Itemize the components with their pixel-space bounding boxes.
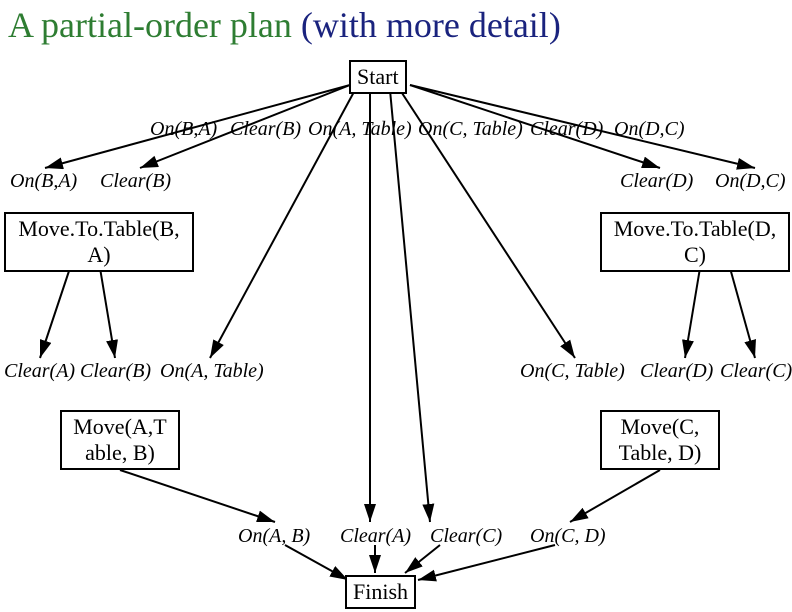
label-start-clear-d: Clear(D) bbox=[530, 118, 603, 141]
node-move-to-table-d-c: Move.To.Table(D, C) bbox=[600, 212, 790, 272]
label-pre-clear-b-2: Clear(B) bbox=[80, 360, 151, 383]
node-move-to-table-b-a: Move.To.Table(B, A) bbox=[4, 212, 194, 272]
node-finish: Finish bbox=[345, 575, 416, 609]
label-start-on-b-a: On(B,A) bbox=[150, 118, 217, 141]
label-pre-on-d-c: On(D,C) bbox=[715, 170, 786, 193]
label-start-on-c-table: On(C, Table) bbox=[418, 118, 523, 141]
label-pre-clear-b: Clear(B) bbox=[100, 170, 171, 193]
label-pre-on-c-table: On(C, Table) bbox=[520, 360, 625, 383]
label-pre-clear-d-2: Clear(D) bbox=[640, 360, 713, 383]
label-pre-clear-d: Clear(D) bbox=[620, 170, 693, 193]
label-start-clear-b: Clear(B) bbox=[230, 118, 301, 141]
label-goal-clear-c: Clear(C) bbox=[430, 525, 502, 548]
node-move-c-table-d: Move(C, Table, D) bbox=[600, 410, 720, 470]
label-goal-on-c-d: On(C, D) bbox=[530, 525, 606, 548]
label-start-on-a-table: On(A, Table) bbox=[308, 118, 412, 141]
label-goal-on-a-b: On(A, B) bbox=[238, 525, 310, 548]
label-pre-on-a-table: On(A, Table) bbox=[160, 360, 264, 383]
label-goal-clear-a: Clear(A) bbox=[340, 525, 411, 548]
node-start: Start bbox=[349, 60, 407, 94]
title-part-2: (with more detail) bbox=[301, 5, 561, 45]
label-start-on-d-c: On(D,C) bbox=[614, 118, 685, 141]
label-pre-on-b-a: On(B,A) bbox=[10, 170, 77, 193]
title-part-1: A partial-order plan bbox=[8, 5, 292, 45]
node-move-a-table-b: Move(A,T able, B) bbox=[60, 410, 180, 470]
slide-title: A partial-order plan (with more detail) bbox=[8, 4, 561, 46]
label-pre-clear-c: Clear(C) bbox=[720, 360, 792, 383]
label-pre-clear-a: Clear(A) bbox=[4, 360, 75, 383]
